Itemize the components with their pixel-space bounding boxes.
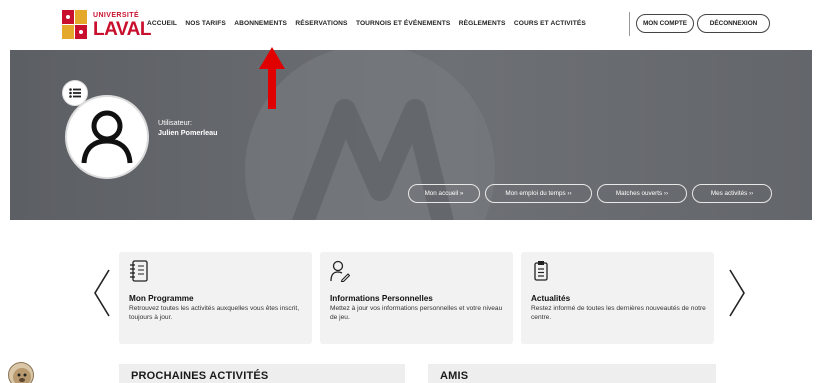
main-nav: ACCUEIL NOS TARIFS ABONNEMENTS RÉSERVATI… — [147, 20, 594, 27]
profile-avatar[interactable] — [65, 95, 149, 179]
user-label: Utilisateur: — [158, 118, 192, 127]
logo-laval-text: LAVAL — [93, 18, 152, 40]
upcoming-activities-header: PROCHAINES ACTIVITÉS — [119, 364, 405, 383]
nav-tournois[interactable]: TOURNOIS ET ÉVÉNEMENTS — [356, 20, 450, 27]
friends-header: AMIS — [428, 364, 716, 383]
card-description: Retrouvez toutes les activités auxquelle… — [129, 305, 300, 321]
section-title: PROCHAINES ACTIVITÉS — [131, 370, 269, 382]
my-activities-button[interactable]: Mes activités ›› — [692, 184, 772, 203]
news-icon — [534, 261, 548, 281]
card-title: Informations Personnelles — [330, 294, 433, 303]
user-edit-icon — [330, 260, 350, 282]
logo-university-text: UNIVERSITÉ — [93, 11, 140, 19]
nav-divider — [629, 12, 630, 36]
profile-menu-button[interactable] — [62, 80, 88, 106]
logout-button[interactable]: DÉCONNEXION — [697, 14, 770, 33]
nav-reglements[interactable]: RÈGLEMENTS — [459, 20, 506, 27]
nav-reservations[interactable]: RÉSERVATIONS — [295, 20, 347, 27]
list-menu-icon — [69, 88, 81, 98]
profile-banner: Utilisateur: Julien Pomerleau Mon accuei… — [10, 50, 812, 220]
card-title: Actualités — [531, 294, 571, 303]
schedule-link-button[interactable]: Mon emploi du temps ›› — [485, 184, 592, 203]
carousel-prev-icon[interactable] — [92, 268, 112, 318]
nav-cours[interactable]: COURS ET ACTIVITÉS — [514, 20, 586, 27]
top-navigation-bar: UNIVERSITÉ LAVAL ACCUEIL NOS TARIFS ABON… — [0, 0, 822, 50]
red-arrow-icon — [259, 47, 285, 109]
card-description: Restez informé de toutes les dernières n… — [531, 305, 706, 321]
nav-abonnements[interactable]: ABONNEMENTS — [234, 20, 287, 27]
card-title: Mon Programme — [129, 294, 194, 303]
user-name: Julien Pomerleau — [158, 128, 218, 137]
home-link-button[interactable]: Mon accueil » — [408, 184, 480, 203]
nav-accueil[interactable]: ACCUEIL — [147, 20, 177, 27]
my-account-button[interactable]: MON COMPTE — [636, 14, 694, 33]
university-logo[interactable]: UNIVERSITÉ LAVAL — [62, 9, 152, 41]
mascot-avatar-icon — [8, 362, 34, 383]
card-informations-personnelles[interactable]: Informations Personnelles Mettez à jour … — [320, 252, 513, 344]
card-mon-programme[interactable]: Mon Programme Retrouvez toutes les activ… — [119, 252, 312, 344]
card-description: Mettez à jour vos informations personnel… — [330, 305, 503, 321]
carousel-next-icon[interactable] — [727, 268, 747, 318]
nav-nos-tarifs[interactable]: NOS TARIFS — [185, 20, 225, 27]
open-matches-button[interactable]: Matches ouverts ›› — [597, 184, 687, 203]
notebook-icon — [130, 260, 148, 282]
crest-icon — [62, 10, 88, 40]
user-silhouette-icon — [81, 110, 133, 164]
card-actualites[interactable]: Actualités Restez informé de toutes les … — [521, 252, 714, 344]
section-title: AMIS — [440, 370, 469, 382]
